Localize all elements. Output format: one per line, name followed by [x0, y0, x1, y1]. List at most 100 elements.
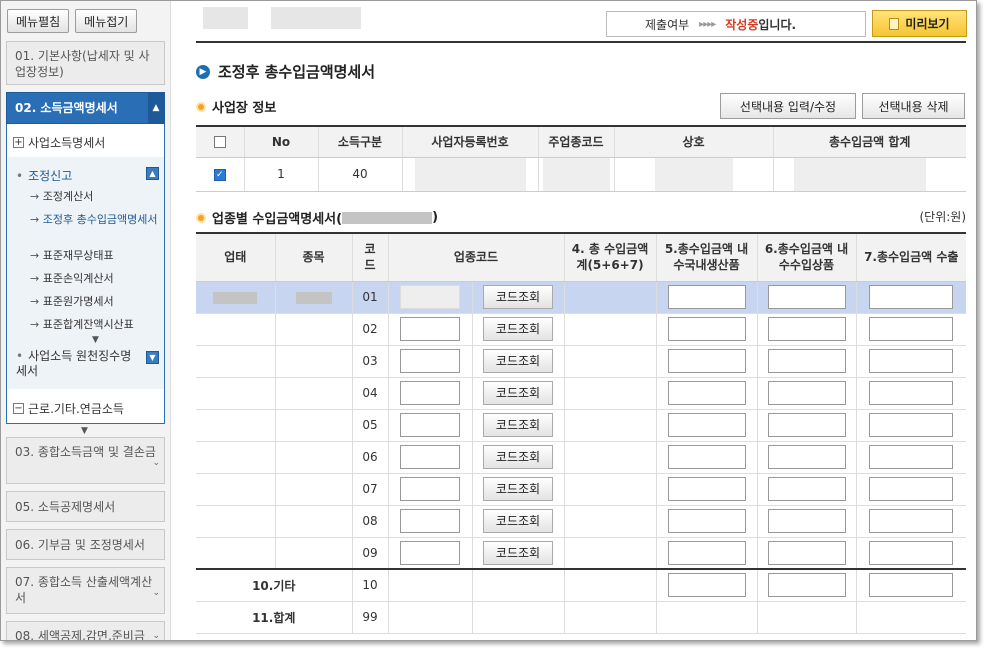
select-all-checkbox[interactable] [213, 136, 226, 149]
cell-input [855, 441, 966, 474]
amount-input-import[interactable] [767, 540, 846, 565]
amount-input-domestic[interactable] [667, 381, 746, 405]
amount-input-import[interactable] [767, 477, 846, 501]
menu-item-income-statement[interactable]: 02. 소득금액명세서 ▲ [6, 92, 165, 124]
amount-input-domestic[interactable] [667, 477, 746, 501]
chevron-down-icon[interactable]: ▼ [146, 351, 159, 364]
amount-input-export[interactable] [869, 445, 954, 469]
menu-expand-button[interactable]: 메뉴펼침 [7, 9, 70, 33]
minus-icon[interactable]: − [13, 403, 24, 414]
amount-input-export[interactable] [869, 573, 954, 598]
code-lookup-button[interactable]: 코드조회 [483, 317, 553, 341]
code-lookup-button[interactable]: 코드조회 [483, 540, 553, 565]
amount-input-export[interactable] [869, 509, 954, 533]
column-header: 7.총수입금액 수출 [855, 232, 966, 282]
amount-input-import[interactable] [767, 349, 846, 373]
industry-code-input[interactable] [400, 477, 460, 501]
amount-input-import[interactable] [767, 445, 846, 469]
amount-input-export[interactable] [869, 540, 954, 565]
amount-input-import[interactable] [767, 317, 846, 341]
menu-item-basic-info[interactable]: 01. 기본사항(납세자 및 사업장정보) [6, 41, 165, 85]
industry-code-input[interactable] [400, 445, 460, 469]
table-row[interactable]: 09 코드조회 [196, 537, 966, 570]
industry-code-input[interactable] [400, 349, 460, 373]
table-row[interactable]: 08 코드조회 [196, 505, 966, 538]
cell-total-amount [563, 313, 656, 346]
cell-total-amount [563, 537, 656, 570]
menu-item-tax-credits[interactable]: 08. 세액공제,감면,준비금 ⌄ [6, 621, 165, 640]
scroll-down-icon[interactable]: ▼ [92, 335, 99, 345]
submenu-item[interactable]: 표준재무상태표 [30, 249, 158, 263]
amount-input-import[interactable] [767, 509, 846, 533]
preview-button[interactable]: 미리보기 [872, 10, 967, 37]
edit-selected-button[interactable]: 선택내용 입력/수정 [720, 93, 856, 119]
menu-item-tax-calc[interactable]: 07. 종합소득 산출세액계산서 ⌄ [6, 567, 165, 614]
amount-input-export[interactable] [869, 381, 954, 405]
table-row[interactable]: 02 코드조회 [196, 313, 966, 346]
submenu-business-income[interactable]: + 사업소득명세서 [13, 134, 105, 151]
cell-code-lookup: 코드조회 [471, 409, 564, 442]
amount-input-export[interactable] [869, 477, 954, 501]
industry-code-input[interactable] [400, 509, 460, 533]
table-row[interactable]: 07 코드조회 [196, 473, 966, 506]
amount-input-import[interactable] [767, 413, 846, 437]
table-row[interactable]: ✓ 1 40 [196, 157, 966, 192]
amount-input-domestic[interactable] [667, 317, 746, 341]
menu-item-deductions[interactable]: 05. 소득공제명세서 [6, 491, 165, 522]
app-window: 메뉴펼침 메뉴접기 01. 기본사항(납세자 및 사업장정보) 02. 소득금액… [0, 0, 977, 641]
submenu-other-income[interactable]: − 근로.기타.연금소득 [13, 400, 124, 417]
amount-input-domestic[interactable] [667, 349, 746, 373]
cell-code-lookup: 코드조회 [471, 473, 564, 506]
amount-input-export[interactable] [869, 413, 954, 437]
submenu-item-selected[interactable]: 조정후 총수입금액명세서 [30, 213, 158, 227]
industry-code-input[interactable] [400, 285, 460, 309]
amount-input-export[interactable] [869, 285, 954, 309]
code-lookup-button[interactable]: 코드조회 [483, 445, 553, 469]
table-row[interactable]: 03 코드조회 [196, 345, 966, 378]
cell-input [756, 473, 856, 506]
table-row[interactable]: 01 코드조회 [196, 281, 966, 314]
industry-code-input[interactable] [400, 540, 460, 565]
submenu-item[interactable]: 조정계산서 [30, 190, 158, 204]
submenu-item[interactable]: 표준손익계산서 [30, 272, 158, 286]
industry-code-input[interactable] [400, 317, 460, 341]
amount-input-export[interactable] [869, 317, 954, 341]
delete-selected-button[interactable]: 선택내용 삭제 [862, 93, 965, 119]
amount-input-domestic[interactable] [667, 445, 746, 469]
table-row[interactable]: 05 코드조회 [196, 409, 966, 442]
submenu-withholding[interactable]: 사업소득 원천징수명세서 [16, 349, 136, 379]
code-lookup-button[interactable]: 코드조회 [483, 477, 553, 501]
cell-item [274, 441, 352, 474]
cell-industry-code [387, 345, 472, 378]
amount-input-import[interactable] [767, 285, 846, 309]
plus-icon[interactable]: + [13, 137, 24, 148]
menu-collapse-button[interactable]: 메뉴접기 [75, 9, 138, 33]
code-lookup-button[interactable]: 코드조회 [483, 381, 553, 405]
industry-code-input[interactable] [400, 413, 460, 437]
table-row[interactable]: 04 코드조회 [196, 377, 966, 410]
chevron-up-icon[interactable]: ▲ [146, 167, 159, 180]
amount-input-export[interactable] [869, 349, 954, 373]
amount-input-domestic[interactable] [667, 413, 746, 437]
chevron-up-icon[interactable]: ▲ [148, 93, 164, 123]
amount-input-import[interactable] [767, 573, 846, 598]
menu-item-donations[interactable]: 06. 기부금 및 조정명세서 [6, 529, 165, 560]
amount-input-domestic[interactable] [667, 285, 746, 309]
submenu-item[interactable]: 표준합계잔액시산표 [30, 318, 158, 332]
submenu-item[interactable]: 표준원가명세서 [30, 295, 158, 309]
amount-input-domestic[interactable] [667, 540, 746, 565]
table-row[interactable]: 06 코드조회 [196, 441, 966, 474]
submenu-adjustment-report[interactable]: 조정신고 [16, 167, 72, 184]
amount-input-import[interactable] [767, 381, 846, 405]
table-row-etc: 10.기타 10 [196, 568, 966, 602]
code-lookup-button[interactable]: 코드조회 [483, 349, 553, 373]
industry-code-input[interactable] [400, 381, 460, 405]
row-checkbox-checked[interactable]: ✓ [213, 168, 226, 181]
amount-input-domestic[interactable] [667, 573, 746, 598]
code-lookup-button[interactable]: 코드조회 [483, 509, 553, 533]
scroll-down-icon[interactable]: ▼ [81, 426, 88, 436]
code-lookup-button[interactable]: 코드조회 [483, 413, 553, 437]
amount-input-domestic[interactable] [667, 509, 746, 533]
menu-item-total-income[interactable]: 03. 종합소득금액 및 결손금 ⌄ [6, 437, 165, 484]
code-lookup-button[interactable]: 코드조회 [483, 285, 553, 309]
